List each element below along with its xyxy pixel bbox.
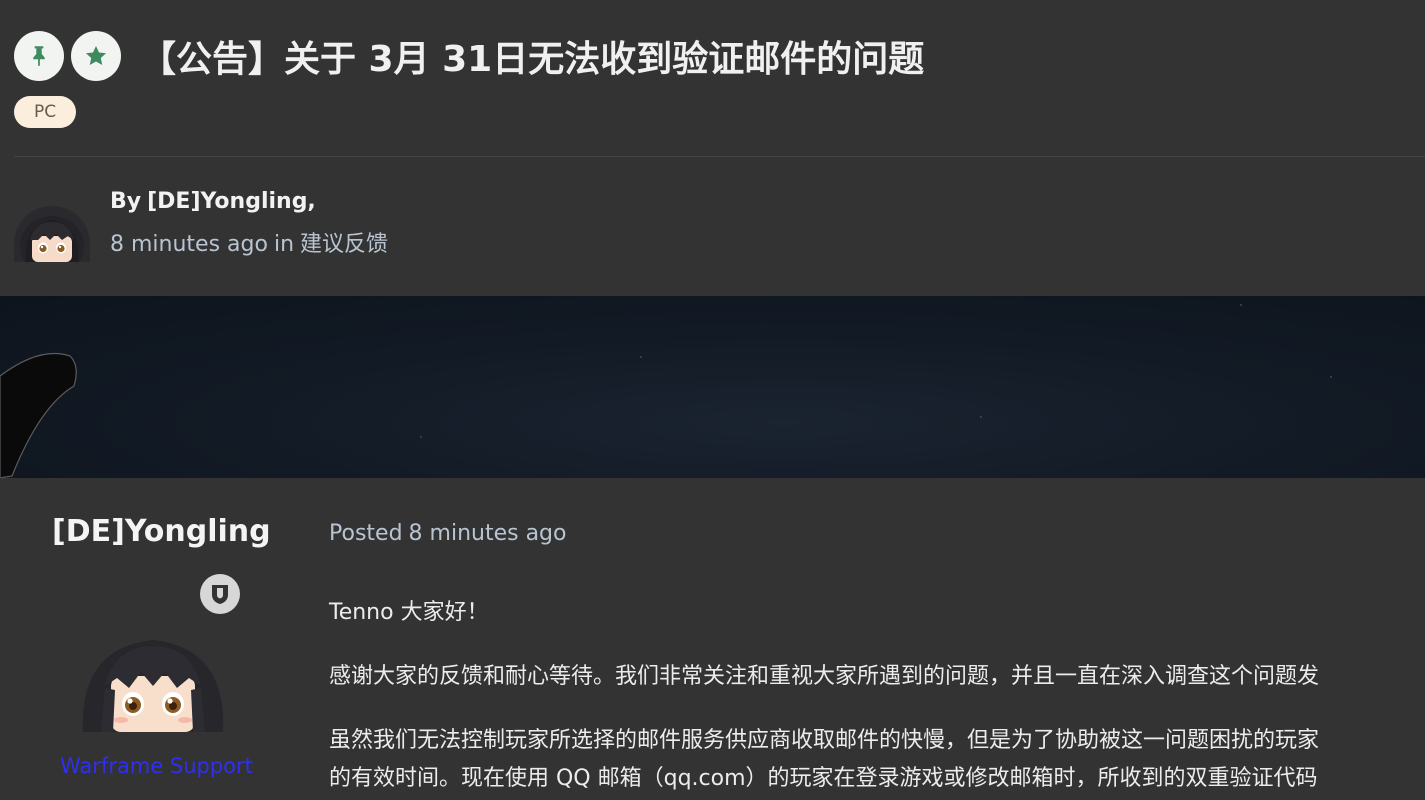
posted-label: Posted: [329, 521, 403, 546]
post-paragraph: 感谢大家的反馈和耐心等待。我们非常关注和重视大家所遇到的问题，并且一直在深入调查…: [329, 664, 1320, 689]
page-title: 【公告】关于 3月 31日无法收到验证邮件的问题: [140, 39, 925, 80]
topic-time: 8 minutes ago: [110, 232, 268, 257]
post-paragraph: 虽然我们无法控制玩家所选择的邮件服务供应商收取邮件的快慢，但是为了协助被这一问题…: [329, 728, 1320, 753]
banner-blade-shape: [0, 352, 77, 478]
poster-name[interactable]: [DE]Yongling: [52, 514, 271, 549]
poster-group[interactable]: Warframe Support: [60, 754, 253, 778]
byline: By [DE]Yongling,: [110, 189, 316, 214]
post-paragraph: Tenno 大家好！: [329, 600, 489, 625]
topic-header: 【公告】关于 3月 31日无法收到验证邮件的问题 PC By [DE]Yongli…: [0, 0, 1425, 296]
author-avatar[interactable]: [14, 206, 90, 262]
banner-star: [1240, 304, 1242, 306]
featured-badge: [71, 31, 121, 81]
banner-star: [980, 416, 982, 418]
topic-meta: 8 minutes ago in 建议反馈: [110, 226, 388, 258]
poster-avatar[interactable]: [75, 618, 231, 732]
post: [DE]Yongling Warframe Support Posted 8 m…: [0, 478, 1425, 800]
tag-pc[interactable]: PC: [14, 96, 77, 128]
header-divider: [14, 156, 1425, 157]
star-icon: [85, 46, 107, 65]
avatar-illustration: [14, 206, 90, 262]
avatar-illustration: [75, 618, 231, 732]
banner-image: [0, 296, 1425, 478]
shield-icon: [212, 585, 228, 604]
pinned-badge: [14, 31, 64, 81]
title-row: 【公告】关于 3月 31日无法收到验证邮件的问题: [14, 30, 924, 82]
author-link[interactable]: [DE]Yongling,: [147, 189, 316, 214]
banner-star: [640, 356, 642, 358]
post-date: Posted 8 minutes ago: [329, 521, 566, 546]
posted-time: 8 minutes ago: [408, 521, 567, 546]
post-paragraph: 的有效时间。现在使用 QQ 邮箱（qq.com）的玩家在登录游戏或修改邮箱时，所…: [329, 766, 1318, 791]
banner-star: [420, 436, 422, 438]
pin-icon: [33, 46, 45, 66]
in-label: in: [273, 232, 295, 257]
category-link[interactable]: 建议反馈: [300, 232, 388, 257]
rank-badge: [200, 574, 240, 614]
by-label: By: [110, 189, 142, 214]
banner-star: [1330, 376, 1332, 378]
topic-page: 【公告】关于 3月 31日无法收到验证邮件的问题 PC By [DE]Yongli…: [0, 0, 1425, 800]
